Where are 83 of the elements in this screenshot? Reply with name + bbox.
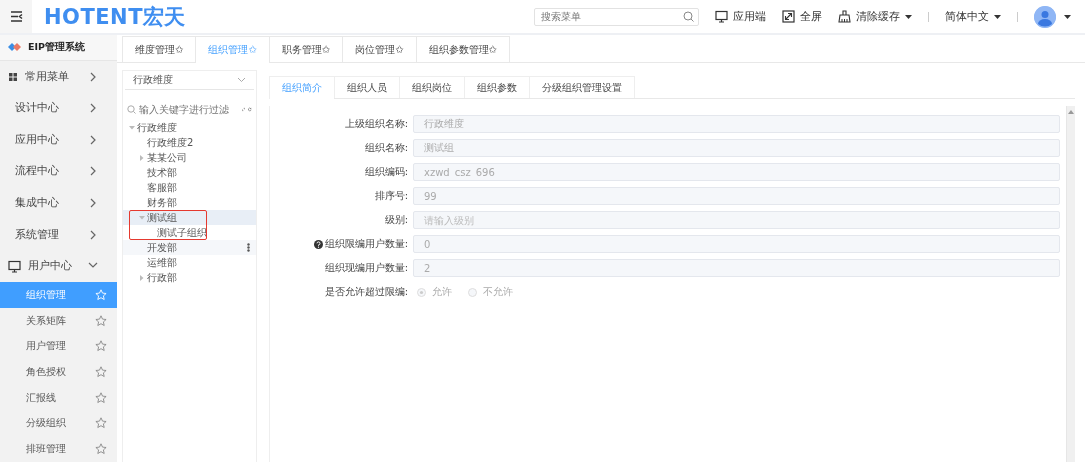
- field-label: 是否允许超过限编:: [324, 285, 408, 299]
- menu-item[interactable]: 流程中心: [0, 155, 117, 188]
- monitor-icon: [715, 10, 728, 23]
- menu-label: 用户中心: [28, 259, 73, 274]
- submenu-label: 分级组织: [26, 416, 67, 431]
- detail-tab[interactable]: 组织人员: [334, 76, 399, 98]
- more-icon[interactable]: [247, 243, 250, 252]
- caret-icon: [994, 14, 1001, 19]
- page-tab[interactable]: 组织参数管理✩: [415, 36, 510, 62]
- broom-icon: [838, 10, 851, 23]
- field-label: 组织限编用户数量:: [324, 237, 408, 251]
- search-field[interactable]: 搜索菜单: [534, 7, 699, 26]
- help-icon: [313, 239, 323, 249]
- expand-icon: [782, 10, 795, 23]
- field-label: 组织名称:: [364, 141, 408, 155]
- field-label: 排序号:: [374, 189, 408, 203]
- menu-item[interactable]: 用户中心: [0, 250, 117, 283]
- menu-item[interactable]: 系统管理: [0, 218, 117, 251]
- grid-icon: [8, 71, 18, 82]
- chevron-icon: [88, 166, 98, 177]
- menu-label: 设计中心: [15, 101, 60, 116]
- tree-node[interactable]: 测试组: [123, 210, 256, 225]
- submenu-label: 组织管理: [26, 287, 67, 302]
- menu-label: 集成中心: [15, 196, 60, 210]
- submenu-label: 用户管理: [26, 339, 67, 354]
- dimension-select[interactable]: 行政维度: [125, 71, 254, 90]
- submenu-label: 关系矩阵: [26, 313, 67, 328]
- page-tab[interactable]: 岗位管理✩: [342, 36, 416, 62]
- submenu-label: 汇报线: [26, 390, 57, 405]
- detail-tab[interactable]: 分级组织管理设置: [529, 76, 635, 98]
- detail-tab[interactable]: 组织参数: [464, 76, 529, 98]
- page-tab[interactable]: 职务管理✩: [268, 36, 343, 62]
- field-label: 级别:: [384, 213, 408, 227]
- star-icon[interactable]: [95, 443, 107, 456]
- caret-icon: [905, 14, 912, 19]
- language-dropdown[interactable]: 简体中文: [945, 9, 1001, 24]
- menu-label: 应用中心: [15, 132, 60, 147]
- submenu-item[interactable]: 关系矩阵: [0, 307, 117, 334]
- chevron-icon: [88, 134, 98, 145]
- arrow-up-icon[interactable]: [1068, 110, 1074, 114]
- logo-icon: [7, 42, 22, 53]
- field-label: 组织编码:: [364, 165, 408, 179]
- submenu-item[interactable]: 角色授权: [0, 359, 117, 385]
- scrollbar[interactable]: [1066, 106, 1075, 462]
- field-label: 组织现编用户数量:: [324, 261, 408, 275]
- avatar[interactable]: [1034, 5, 1056, 28]
- detail-tab[interactable]: 组织岗位: [399, 76, 464, 98]
- menu-item[interactable]: 集成中心: [0, 187, 117, 219]
- chevron-icon: [88, 198, 98, 208]
- submenu-item[interactable]: 排班管理: [0, 436, 117, 462]
- menu-item[interactable]: 应用中心: [0, 123, 117, 156]
- field-label: 上级组织名称:: [344, 117, 408, 131]
- tree-node[interactable]: 开发部: [123, 240, 256, 255]
- submenu-item[interactable]: 分级组织: [0, 410, 117, 437]
- logo: HOTENT宏天: [44, 3, 186, 31]
- system-name: EIP管理系统: [28, 40, 85, 54]
- monitor-icon: [8, 259, 21, 273]
- menu-label: 常用菜单: [25, 69, 70, 84]
- menu-label: 流程中心: [15, 164, 60, 179]
- star-icon[interactable]: [95, 340, 107, 353]
- star-icon[interactable]: [95, 417, 107, 430]
- select-value: 行政维度: [133, 73, 173, 87]
- chevron-icon: [88, 229, 98, 240]
- submenu-item[interactable]: 汇报线: [0, 384, 117, 411]
- star-icon[interactable]: [95, 366, 107, 379]
- star-icon[interactable]: [95, 391, 107, 404]
- menu-icon[interactable]: [9, 10, 23, 23]
- toolbar-button[interactable]: 应用端: [715, 9, 766, 24]
- caret-icon[interactable]: [1064, 14, 1071, 19]
- chevron-icon: [88, 103, 98, 114]
- filter-field[interactable]: 输入关键字进行过滤: [139, 103, 239, 115]
- submenu-label: 排班管理: [26, 442, 67, 457]
- toolbar-button[interactable]: 全屏: [782, 9, 822, 24]
- submenu-item[interactable]: 用户管理: [0, 333, 117, 360]
- toolbar-button[interactable]: 清除缓存: [838, 9, 912, 24]
- search-icon: [127, 104, 136, 114]
- menu-label: 系统管理: [15, 227, 60, 242]
- chevron-icon: [88, 71, 98, 82]
- chevron-icon: [237, 77, 246, 83]
- submenu-label: 角色授权: [26, 365, 67, 380]
- menu-item[interactable]: 常用菜单: [0, 60, 117, 93]
- star-icon[interactable]: [95, 314, 107, 327]
- menu-item[interactable]: 设计中心: [0, 92, 117, 124]
